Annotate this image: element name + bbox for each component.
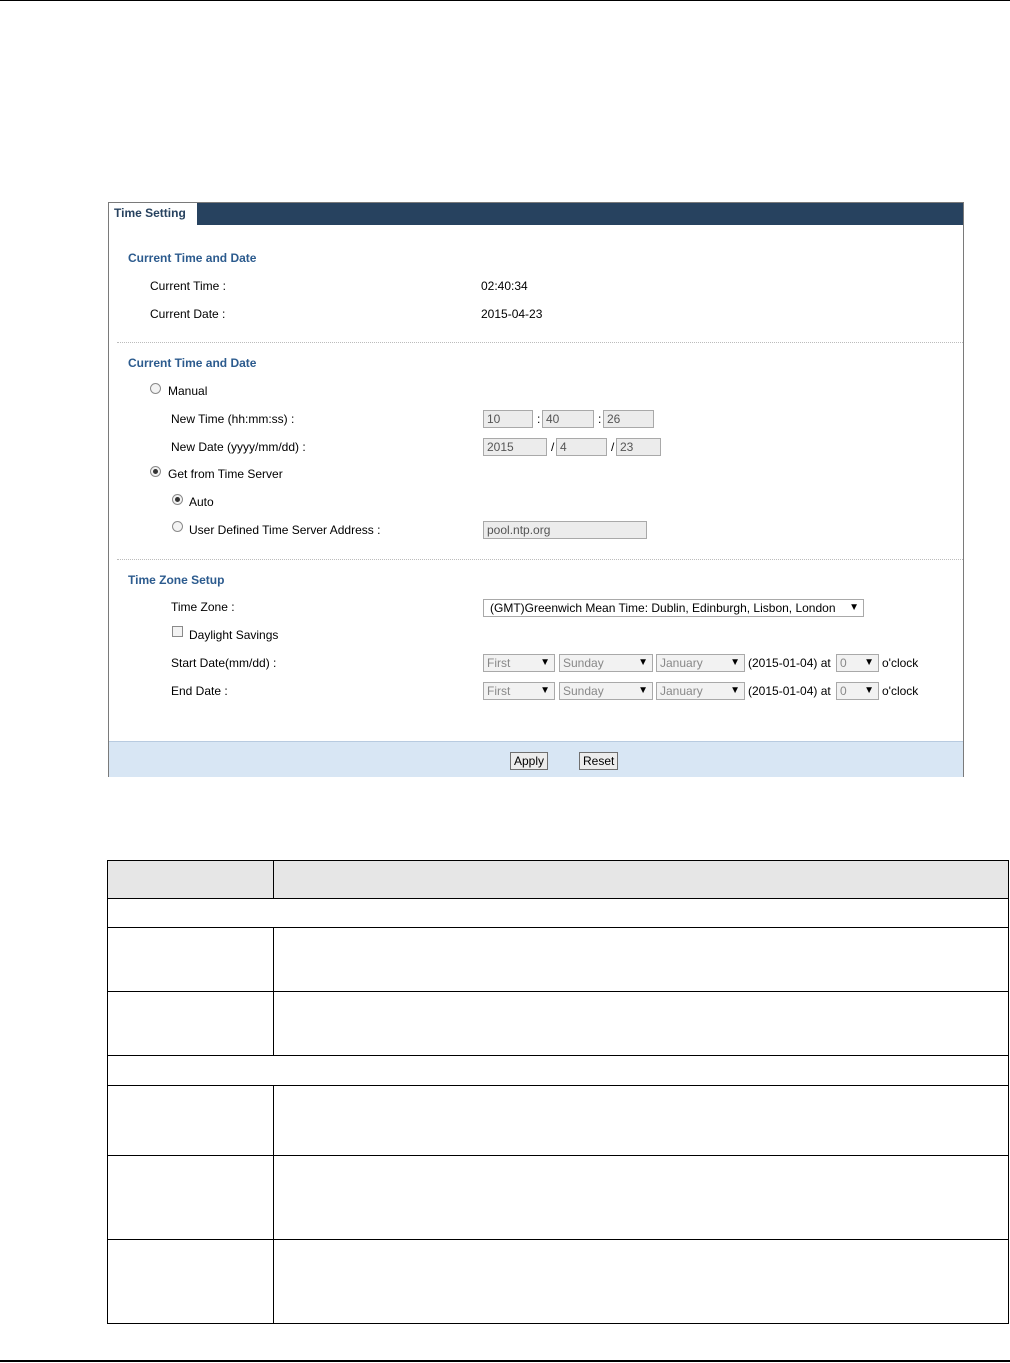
time-zone-value: (GMT)Greenwich Mean Time: Dublin, Edinbu… (490, 601, 836, 615)
manual-label: Manual (168, 384, 208, 398)
user-defined-radio[interactable] (172, 521, 183, 532)
current-date-value: 2015-04-23 (481, 307, 543, 321)
time-server-radio[interactable] (150, 466, 161, 477)
time-separator: : (537, 412, 541, 426)
section-title-setting: Current Time and Date (128, 356, 257, 370)
date-separator: / (611, 440, 615, 454)
server-address-input[interactable]: pool.ntp.org (483, 521, 647, 539)
hour-input[interactable]: 10 (483, 410, 533, 428)
second-input[interactable]: 26 (603, 410, 654, 428)
start-day-select[interactable]: Sunday ▼ (559, 654, 653, 672)
start-hour-value: 0 (840, 656, 847, 670)
end-hour-select[interactable]: 0 ▼ (836, 682, 879, 700)
section-divider (117, 559, 963, 560)
time-server-label: Get from Time Server (168, 467, 283, 481)
table-row-divider (108, 1055, 1008, 1056)
end-oclock-label: o'clock (882, 684, 919, 698)
end-week-select[interactable]: First ▼ (483, 682, 555, 700)
table-row-divider (108, 1239, 1008, 1240)
table-row-divider (108, 991, 1008, 992)
chevron-down-icon: ▼ (540, 685, 550, 696)
table-row-divider (108, 927, 1008, 928)
description-table (107, 860, 1009, 1324)
chevron-down-icon: ▼ (849, 602, 859, 613)
section-title-current: Current Time and Date (128, 251, 257, 265)
date-separator: / (551, 440, 555, 454)
time-zone-select[interactable]: (GMT)Greenwich Mean Time: Dublin, Edinbu… (483, 599, 864, 617)
time-setting-panel: Time Setting Current Time and Date Curre… (108, 202, 964, 777)
table-column-divider (273, 1086, 274, 1323)
day-input[interactable]: 23 (616, 438, 661, 456)
start-date-text: (2015-01-04) at (748, 656, 831, 670)
time-zone-label: Time Zone : (171, 600, 235, 614)
new-time-label: New Time (hh:mm:ss) : (171, 412, 295, 426)
button-bar: Apply Reset (109, 741, 963, 777)
daylight-savings-checkbox[interactable] (172, 626, 183, 637)
table-column-divider (273, 861, 274, 898)
time-separator: : (598, 412, 602, 426)
footer-rule (0, 1360, 1010, 1362)
start-month-select[interactable]: January ▼ (656, 654, 745, 672)
tab-time-setting[interactable]: Time Setting (109, 203, 198, 225)
title-bar (109, 203, 963, 225)
end-day-value: Sunday (563, 684, 604, 698)
end-week-value: First (487, 684, 511, 698)
current-date-label: Current Date : (150, 307, 226, 321)
start-week-select[interactable]: First ▼ (483, 654, 555, 672)
end-date-label: End Date : (171, 684, 228, 698)
tab-label: Time Setting (114, 206, 186, 220)
chevron-down-icon: ▼ (638, 657, 648, 668)
header-rule (0, 0, 1010, 1)
apply-button[interactable]: Apply (510, 752, 549, 770)
chevron-down-icon: ▼ (864, 657, 874, 668)
chevron-down-icon: ▼ (540, 657, 550, 668)
end-date-text: (2015-01-04) at (748, 684, 831, 698)
section-divider (117, 342, 963, 343)
table-row-divider (108, 1155, 1008, 1156)
new-date-label: New Date (yyyy/mm/dd) : (171, 440, 306, 454)
auto-radio[interactable] (172, 494, 183, 505)
chevron-down-icon: ▼ (864, 685, 874, 696)
user-defined-label: User Defined Time Server Address : (189, 523, 381, 537)
end-month-value: January (660, 684, 703, 698)
month-input[interactable]: 4 (556, 438, 607, 456)
section-title-timezone: Time Zone Setup (128, 573, 225, 587)
year-input[interactable]: 2015 (483, 438, 547, 456)
chevron-down-icon: ▼ (638, 685, 648, 696)
end-month-select[interactable]: January ▼ (656, 682, 745, 700)
current-time-value: 02:40:34 (481, 279, 528, 293)
start-week-value: First (487, 656, 511, 670)
start-oclock-label: o'clock (882, 656, 919, 670)
table-header-row (108, 861, 1008, 899)
start-date-label: Start Date(mm/dd) : (171, 656, 277, 670)
chevron-down-icon: ▼ (730, 685, 740, 696)
end-day-select[interactable]: Sunday ▼ (559, 682, 653, 700)
start-month-value: January (660, 656, 703, 670)
current-time-label: Current Time : (150, 279, 227, 293)
manual-radio[interactable] (150, 383, 161, 394)
start-day-value: Sunday (563, 656, 604, 670)
minute-input[interactable]: 40 (542, 410, 594, 428)
table-row-divider (108, 1085, 1008, 1086)
end-hour-value: 0 (840, 684, 847, 698)
reset-button[interactable]: Reset (579, 752, 619, 770)
chevron-down-icon: ▼ (730, 657, 740, 668)
auto-label: Auto (189, 495, 214, 509)
daylight-savings-label: Daylight Savings (189, 628, 279, 642)
start-hour-select[interactable]: 0 ▼ (836, 654, 879, 672)
